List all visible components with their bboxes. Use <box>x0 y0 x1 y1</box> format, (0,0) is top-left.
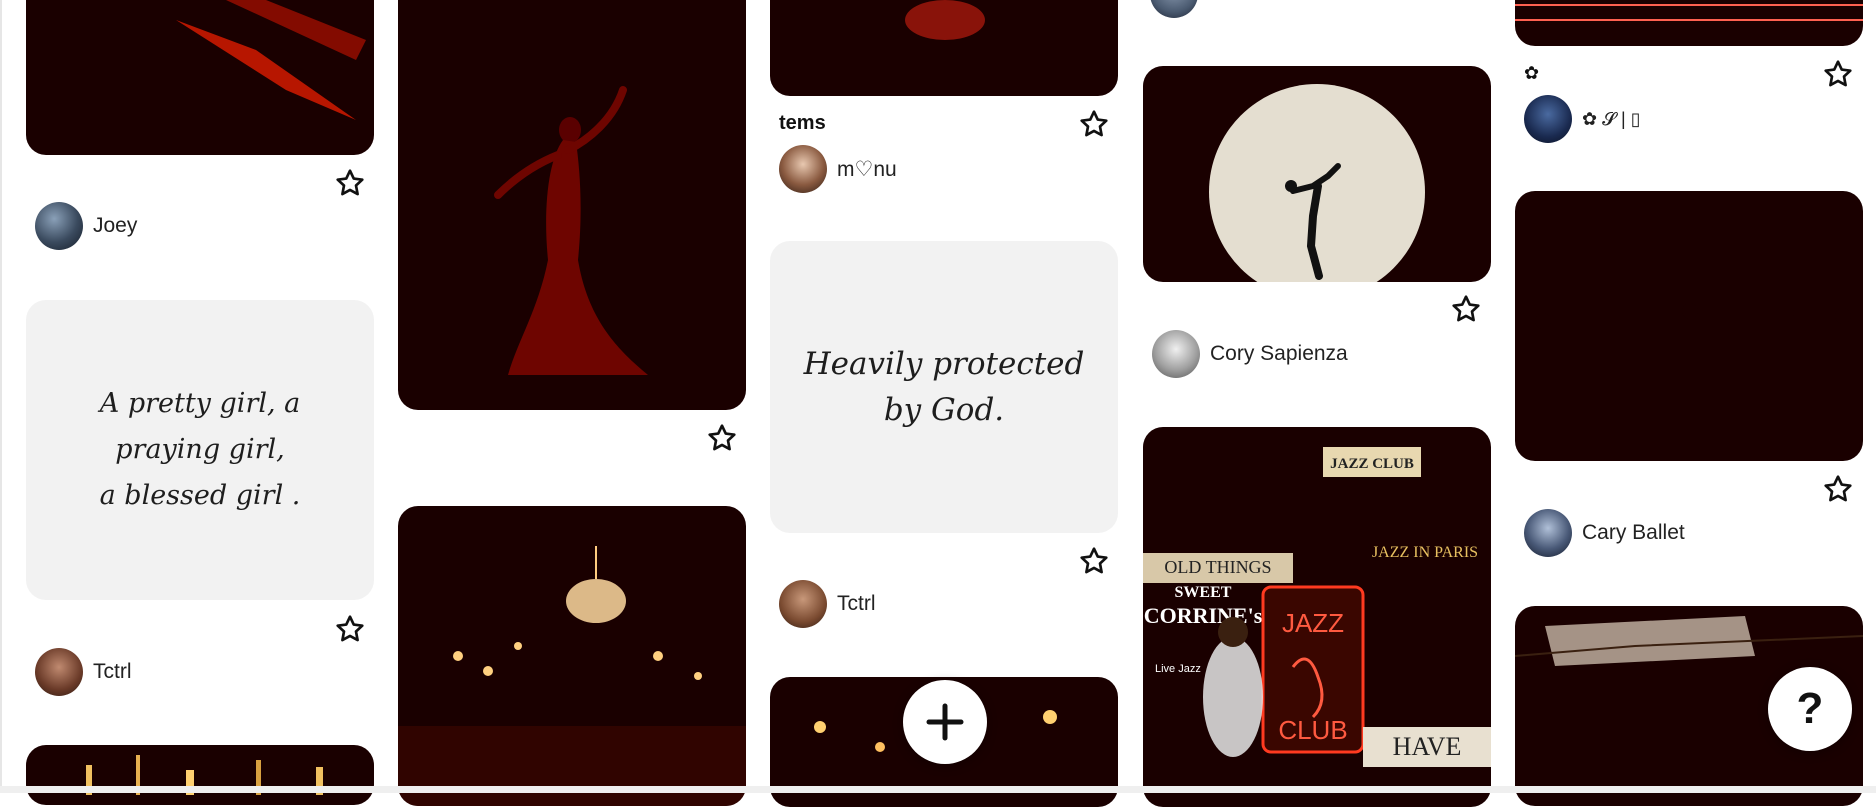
pin-user-flower[interactable]: ✿ 𝓢 | ▯ <box>1524 95 1641 143</box>
save-star-icon[interactable] <box>1078 108 1110 140</box>
avatar <box>1152 330 1200 378</box>
avatar <box>1524 509 1572 557</box>
pin-user-joey[interactable]: Joey <box>35 202 137 250</box>
username: Cary Ballet <box>1582 521 1685 544</box>
question-icon: ? <box>1796 684 1824 733</box>
collage-have: HAVE <box>1393 732 1462 761</box>
pin-quote-pretty-girl[interactable]: A pretty girl, a praying girl, a blessed… <box>26 300 374 600</box>
pin-image-red-dark[interactable] <box>770 0 1118 96</box>
username: Joey <box>93 214 138 237</box>
pin-title: tems <box>779 112 826 134</box>
save-star-icon[interactable] <box>334 613 366 645</box>
pin-image-city-night[interactable] <box>26 745 374 805</box>
red-abstract-art <box>176 0 366 120</box>
pin-user-tctrl[interactable]: Tctrl <box>35 648 132 696</box>
pin-quote-protected-by-god[interactable]: Heavily protected by God. <box>770 241 1118 533</box>
quote-line-1: A pretty girl, a praying girl, <box>99 388 301 465</box>
avatar <box>779 145 827 193</box>
pin-image-red-abstract[interactable] <box>26 0 374 155</box>
dancer-silhouette <box>494 86 648 375</box>
collage-jazz-in-paris: JAZZ IN PARIS <box>1372 544 1478 561</box>
save-star-icon[interactable] <box>1450 293 1482 325</box>
collage-neon-club: CLUB <box>1278 715 1347 745</box>
avatar <box>779 580 827 628</box>
save-star-icon[interactable] <box>1822 58 1854 90</box>
pin-image-red-stripes[interactable] <box>1515 0 1863 46</box>
save-star-icon[interactable] <box>334 167 366 199</box>
collage-live-jazz: Live Jazz <box>1155 663 1201 675</box>
bar-interior-art <box>398 546 746 806</box>
collage-neon-jazz: JAZZ <box>1282 608 1344 638</box>
username: ✿ 𝓢 | ▯ <box>1582 108 1641 129</box>
pin-user-menu[interactable]: m♡nu <box>779 145 897 193</box>
pin-title: ✿ <box>1524 63 1540 83</box>
window-left-edge <box>0 0 2 793</box>
red-glow-art <box>905 0 985 40</box>
create-button[interactable] <box>903 680 987 764</box>
username: Tctrl <box>93 660 132 683</box>
pin-user-cory-sapienza[interactable]: Cory Sapienza <box>1152 330 1348 378</box>
pin-user-partial[interactable] <box>1150 0 1198 18</box>
collage-sweet: SWEET <box>1175 584 1232 601</box>
username: Tctrl <box>837 592 876 615</box>
pin-image-ballet-stage[interactable] <box>1515 191 1863 461</box>
ballet-silhouettes <box>1535 288 1851 426</box>
pin-image-jazz-club-collage[interactable]: JAZZ CLUB OLD THINGS SWEET CORRINE's JAZ… <box>1143 427 1491 807</box>
help-button[interactable]: ? <box>1768 667 1852 751</box>
pin-user-tctrl[interactable]: Tctrl <box>779 580 876 628</box>
avatar <box>35 202 83 250</box>
collage-old-things: OLD THINGS <box>1164 557 1271 577</box>
pin-image-red-dancer[interactable] <box>398 0 746 410</box>
quote-text: Heavily protected by God. <box>803 346 1085 428</box>
quote-line-2: a blessed girl . <box>99 480 301 511</box>
save-star-icon[interactable] <box>1078 545 1110 577</box>
city-lights-art <box>86 755 323 795</box>
quote-text: A pretty girl, a praying girl, a blessed… <box>26 381 374 519</box>
avatar <box>35 648 83 696</box>
avatar <box>1150 0 1198 18</box>
pin-user-cary-ballet[interactable]: Cary Ballet <box>1524 509 1685 557</box>
collage-art: JAZZ CLUB OLD THINGS SWEET CORRINE's JAZ… <box>1143 447 1491 767</box>
avatar <box>1524 95 1572 143</box>
window-bottom-edge <box>0 786 1876 793</box>
collage-jazz-club: JAZZ CLUB <box>1330 456 1414 472</box>
plus-icon <box>926 703 964 741</box>
username: m♡nu <box>837 157 897 181</box>
pin-image-moon-dancer[interactable] <box>1143 66 1491 282</box>
stripes-art <box>1515 4 1863 21</box>
save-star-icon[interactable] <box>1822 473 1854 505</box>
pin-image-red-bar[interactable] <box>398 506 746 806</box>
save-star-icon[interactable] <box>706 422 738 454</box>
username: Cory Sapienza <box>1210 342 1348 365</box>
moon-dancer-art <box>1209 84 1425 282</box>
